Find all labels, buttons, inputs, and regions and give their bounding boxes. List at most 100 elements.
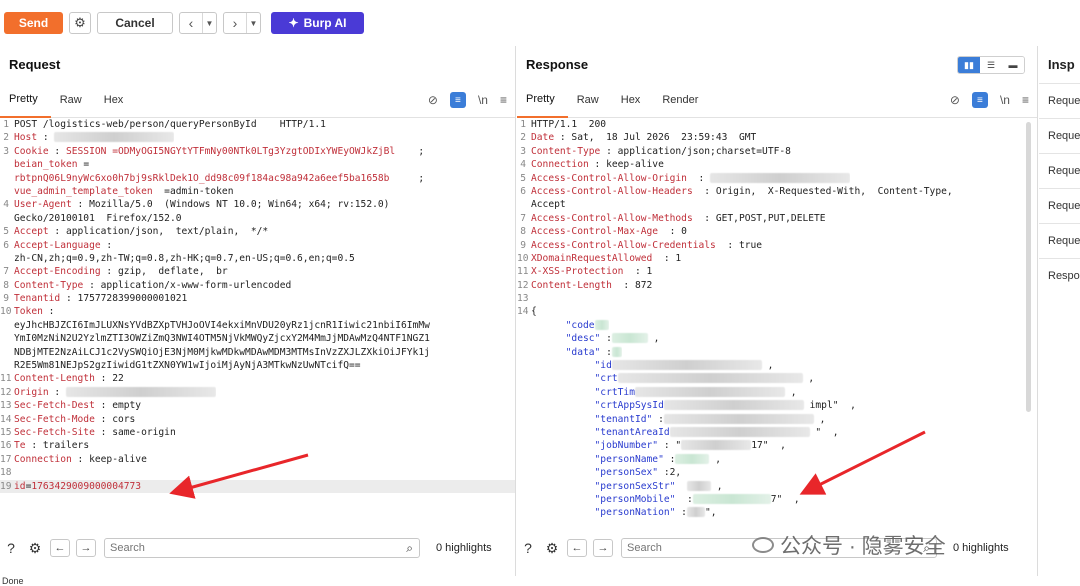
line-number: [0, 346, 13, 359]
search-next-button[interactable]: →: [76, 539, 96, 557]
chevron-left-icon: ‹: [188, 15, 194, 31]
sparkle-icon: ✦: [288, 16, 299, 30]
gear-icon[interactable]: ⚙: [26, 539, 44, 557]
menu-icon[interactable]: ≡: [1022, 93, 1029, 107]
settings-gear-button[interactable]: ⚙: [69, 12, 91, 34]
tab-render[interactable]: Render: [653, 82, 711, 118]
code-token: " ,: [809, 426, 839, 438]
code-line: 15 Sec-Fetch-Site : same-origin: [0, 426, 515, 439]
send-button[interactable]: Send: [4, 12, 63, 34]
code-line: "id ,: [517, 359, 1037, 372]
pretty-print-icon[interactable]: ≡: [449, 92, 466, 108]
tab-raw[interactable]: Raw: [568, 82, 612, 118]
burp-ai-label: Burp AI: [303, 16, 347, 30]
code-token: Sec-Fetch-Mode: [14, 413, 95, 425]
arrow-left-icon: ←: [54, 542, 66, 554]
back-dropdown-button[interactable]: ▼: [202, 13, 216, 33]
line-number: 17: [0, 453, 12, 465]
forward-arrow-button[interactable]: ›: [224, 13, 246, 33]
code-token: {: [531, 306, 537, 318]
line-code: Content-Length : 872: [530, 279, 652, 292]
line-code: Accept: [530, 198, 566, 211]
code-line: 4 Connection : keep-alive: [517, 158, 1037, 171]
gear-icon[interactable]: ⚙: [543, 539, 561, 557]
help-icon[interactable]: ?: [2, 539, 20, 557]
hide-eye-icon[interactable]: ⊘: [428, 93, 438, 107]
response-editor[interactable]: 1 HTTP/1.1 200 2 Date : Sat, 18 Jul 2026 23…: [517, 118, 1037, 562]
status-bar: Done: [2, 576, 24, 586]
code-line: 10 Token :: [0, 305, 515, 318]
tab-raw[interactable]: Raw: [51, 82, 95, 118]
line-code: "code: [530, 319, 609, 332]
code-line: 7 Accept-Encoding : gzip, deflate, br: [0, 265, 515, 278]
redacted-value: [663, 413, 814, 424]
code-line: beian_token =: [0, 158, 515, 171]
request-search-input[interactable]: [105, 539, 385, 557]
code-token: Host: [14, 132, 38, 144]
line-number: 10: [517, 252, 529, 264]
code-token: :: [675, 507, 687, 519]
code-token: : 872: [611, 279, 653, 291]
help-icon[interactable]: ?: [519, 539, 537, 557]
inspector-item[interactable]: Respo: [1039, 258, 1080, 292]
line-number: [0, 319, 13, 332]
line-number: 5: [520, 172, 526, 184]
code-token: :: [100, 239, 113, 251]
line-number: 4: [3, 199, 9, 211]
code-line: 9 Tenantid : 1757728399000001021: [0, 292, 515, 305]
inspector-item[interactable]: Reque: [1039, 118, 1080, 152]
code-token: vue_admin_template_token: [14, 185, 153, 197]
burp-ai-button[interactable]: ✦ Burp AI: [271, 12, 364, 34]
inspector-item[interactable]: Reque: [1039, 223, 1080, 257]
inspector-item[interactable]: Reque: [1039, 153, 1080, 187]
search-next-button[interactable]: →: [593, 539, 613, 557]
layout-side-by-side-icon[interactable]: ▮▮: [958, 57, 980, 73]
line-code: HTTP/1.1 200: [530, 118, 606, 131]
code-line: 2 Date : Sat, 18 Jul 2026 23:59:43 GMT: [517, 131, 1037, 144]
code-line: 3 Content-Type : application/json;charset…: [517, 145, 1037, 158]
response-tabs: Pretty Raw Hex Render ⊘ ≡ \n ≡: [517, 82, 1037, 118]
tab-hex[interactable]: Hex: [612, 82, 654, 118]
code-token: Accept-Encoding: [14, 266, 101, 278]
cancel-button[interactable]: Cancel: [97, 12, 173, 34]
newline-toggle-icon[interactable]: \n: [1000, 93, 1010, 107]
inspector-item[interactable]: Reque: [1039, 188, 1080, 222]
search-prev-button[interactable]: ←: [50, 539, 70, 557]
code-token: R2E5Wm81NEJpS2gzIiwidG1tZXN0YW1wIjoiMjAy…: [14, 360, 361, 372]
code-token: Cookie: [14, 145, 49, 157]
code-token: 7" ,: [770, 493, 800, 505]
code-token: :: [652, 413, 664, 425]
code-token: : Mozilla/5.0 (Windows NT 10.0; Win64; x…: [71, 199, 390, 211]
code-line: 11 Content-Length : 22: [0, 372, 515, 385]
layout-stacked-icon[interactable]: ☰: [980, 57, 1002, 73]
line-number: [517, 506, 530, 519]
code-line: Gecko/20100101 Firefox/152.0: [0, 212, 515, 225]
menu-icon[interactable]: ≡: [500, 93, 507, 107]
tab-pretty[interactable]: Pretty: [517, 82, 568, 118]
line-code: vue_admin_template_token =admin-token: [13, 185, 234, 198]
layout-single-icon[interactable]: ▬: [1002, 57, 1024, 73]
code-line: 12 Content-Length : 872: [517, 279, 1037, 292]
response-scrollbar[interactable]: [1026, 122, 1031, 412]
code-line: 13 Sec-Fetch-Dest : empty: [0, 399, 515, 412]
line-code: "crtTim ,: [530, 386, 797, 399]
search-prev-button[interactable]: ←: [567, 539, 587, 557]
redacted-value: [675, 453, 710, 464]
back-arrow-button[interactable]: ‹: [180, 13, 202, 33]
tab-pretty[interactable]: Pretty: [0, 82, 51, 118]
hide-eye-icon[interactable]: ⊘: [950, 93, 960, 107]
code-token: Sec-Fetch-Dest: [14, 400, 95, 412]
newline-toggle-icon[interactable]: \n: [478, 93, 488, 107]
pretty-print-icon[interactable]: ≡: [971, 92, 988, 108]
code-token: Content-Length: [531, 279, 612, 291]
inspector-item[interactable]: Reque: [1039, 83, 1080, 117]
redacted-value: [54, 132, 175, 143]
forward-dropdown-button[interactable]: ▼: [246, 13, 260, 33]
code-line: eyJhcHBJZCI6ImJLUXNsYVdBZXpTVHJoOVI4ekxi…: [0, 319, 515, 332]
tab-hex[interactable]: Hex: [95, 82, 137, 118]
line-number: [517, 198, 530, 211]
line-code: {: [530, 305, 537, 318]
code-line: "personMobile" : 7" ,: [517, 493, 1037, 506]
request-editor[interactable]: 1 POST /logistics-web/person/queryPersonB…: [0, 118, 515, 562]
